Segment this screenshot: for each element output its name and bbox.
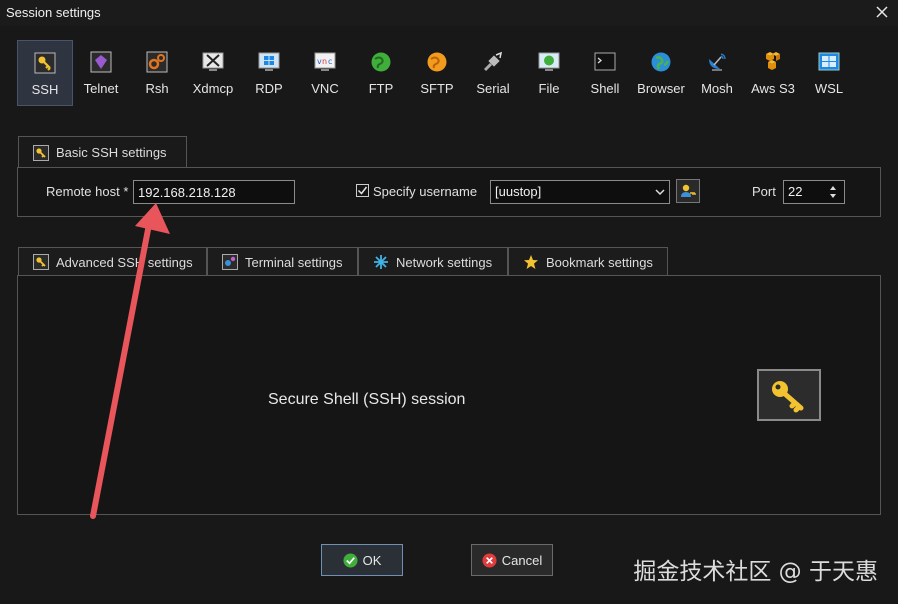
tab-terminal-settings[interactable]: Terminal settings [207,247,358,276]
tab-label: Advanced SSH settings [56,254,193,270]
orange-globe-icon [427,52,447,72]
wsl-windows-icon [818,52,840,71]
checkmark-icon [357,186,368,195]
gem-icon [90,51,112,73]
tab-network-settings[interactable]: Network settings [358,247,508,276]
remote-host-label: Remote host * [46,184,129,199]
session-type-browser[interactable]: Browser [633,40,689,106]
specify-username-checkbox[interactable] [356,184,369,197]
title-bar: Session settings [0,0,898,26]
star-icon [524,255,538,269]
terminal-gear-icon [222,254,238,270]
windows-monitor-icon [258,52,280,71]
session-type-rdp[interactable]: RDP [241,40,297,106]
check-circle-icon [343,552,358,568]
network-star-icon [374,255,388,269]
tab-label: Bookmark settings [546,254,653,270]
session-type-vnc[interactable]: vnc VNC [297,40,353,106]
ok-label: OK [362,552,382,568]
ok-button[interactable]: OK [321,544,403,576]
basic-settings-panel: Remote host * Specify username [uustop] … [17,167,881,217]
dish-icon [709,53,726,71]
gears-icon [146,51,168,73]
green-globe-icon [371,52,391,72]
session-type-xdmcp[interactable]: Xdmcp [185,40,241,106]
session-type-serial[interactable]: Serial [465,40,521,106]
tab-label: Network settings [396,254,493,270]
session-description: Secure Shell (SSH) session [268,391,466,408]
cancel-circle-icon [482,552,497,568]
session-type-file[interactable]: File [521,40,577,106]
key-icon [33,254,49,270]
session-type-ftp[interactable]: FTP [353,40,409,106]
session-type-ssh[interactable]: SSH [17,40,73,106]
username-value: [uustop] [495,184,542,199]
chevron-down-icon [655,189,665,196]
tab-label: Basic SSH settings [56,145,167,160]
session-type-aws-s3[interactable]: Aws S3 [745,40,801,106]
window-title: Session settings [6,5,101,20]
specify-username-label: Specify username [373,184,478,199]
file-monitor-icon [538,52,560,71]
user-key-icon [681,184,696,197]
watermark: 掘金技术社区 @ 于天惠 [633,559,878,585]
tab-bookmark-settings[interactable]: Bookmark settings [508,247,668,276]
browser-globe-icon [651,52,671,72]
session-type-telnet[interactable]: Telnet [73,40,129,106]
tab-advanced-ssh-settings[interactable]: Advanced SSH settings [18,247,207,276]
session-type-wsl[interactable]: WSL [801,40,857,106]
port-spinner[interactable]: 22 [783,180,845,204]
key-icon [33,144,49,161]
spinner-arrows-icon[interactable] [828,184,838,200]
remote-host-input[interactable] [133,180,295,204]
session-description-panel: Secure Shell (SSH) session [17,275,881,515]
port-label: Port [752,184,776,199]
x-server-icon [202,52,224,71]
key-icon [772,381,804,413]
session-type-sftp[interactable]: SFTP [409,40,465,106]
session-type-badge [757,369,821,421]
cancel-button[interactable]: Cancel [471,544,553,576]
session-type-shell[interactable]: Shell [577,40,633,106]
vnc-monitor-icon: vnc [314,52,336,71]
key-icon [34,52,56,74]
aws-boxes-icon [766,52,780,70]
terminal-icon [594,52,616,71]
user-manager-button[interactable] [676,179,700,203]
close-button[interactable] [872,2,892,22]
close-icon [876,6,888,18]
username-select[interactable]: [uustop] [490,180,670,204]
svg-text:n: n [322,57,327,66]
port-value: 22 [788,184,803,199]
cancel-label: Cancel [501,552,543,568]
session-type-mosh[interactable]: Mosh [689,40,745,106]
satellite-icon [483,51,503,72]
tab-label: Terminal settings [245,254,343,270]
svg-text:c: c [328,57,332,66]
session-type-rsh[interactable]: Rsh [129,40,185,106]
session-type-toolbar: SSH Telnet Rsh Xdmcp RDP vnc VNC FTP SFT… [14,40,884,106]
tab-basic-ssh-settings[interactable]: Basic SSH settings [18,136,187,168]
